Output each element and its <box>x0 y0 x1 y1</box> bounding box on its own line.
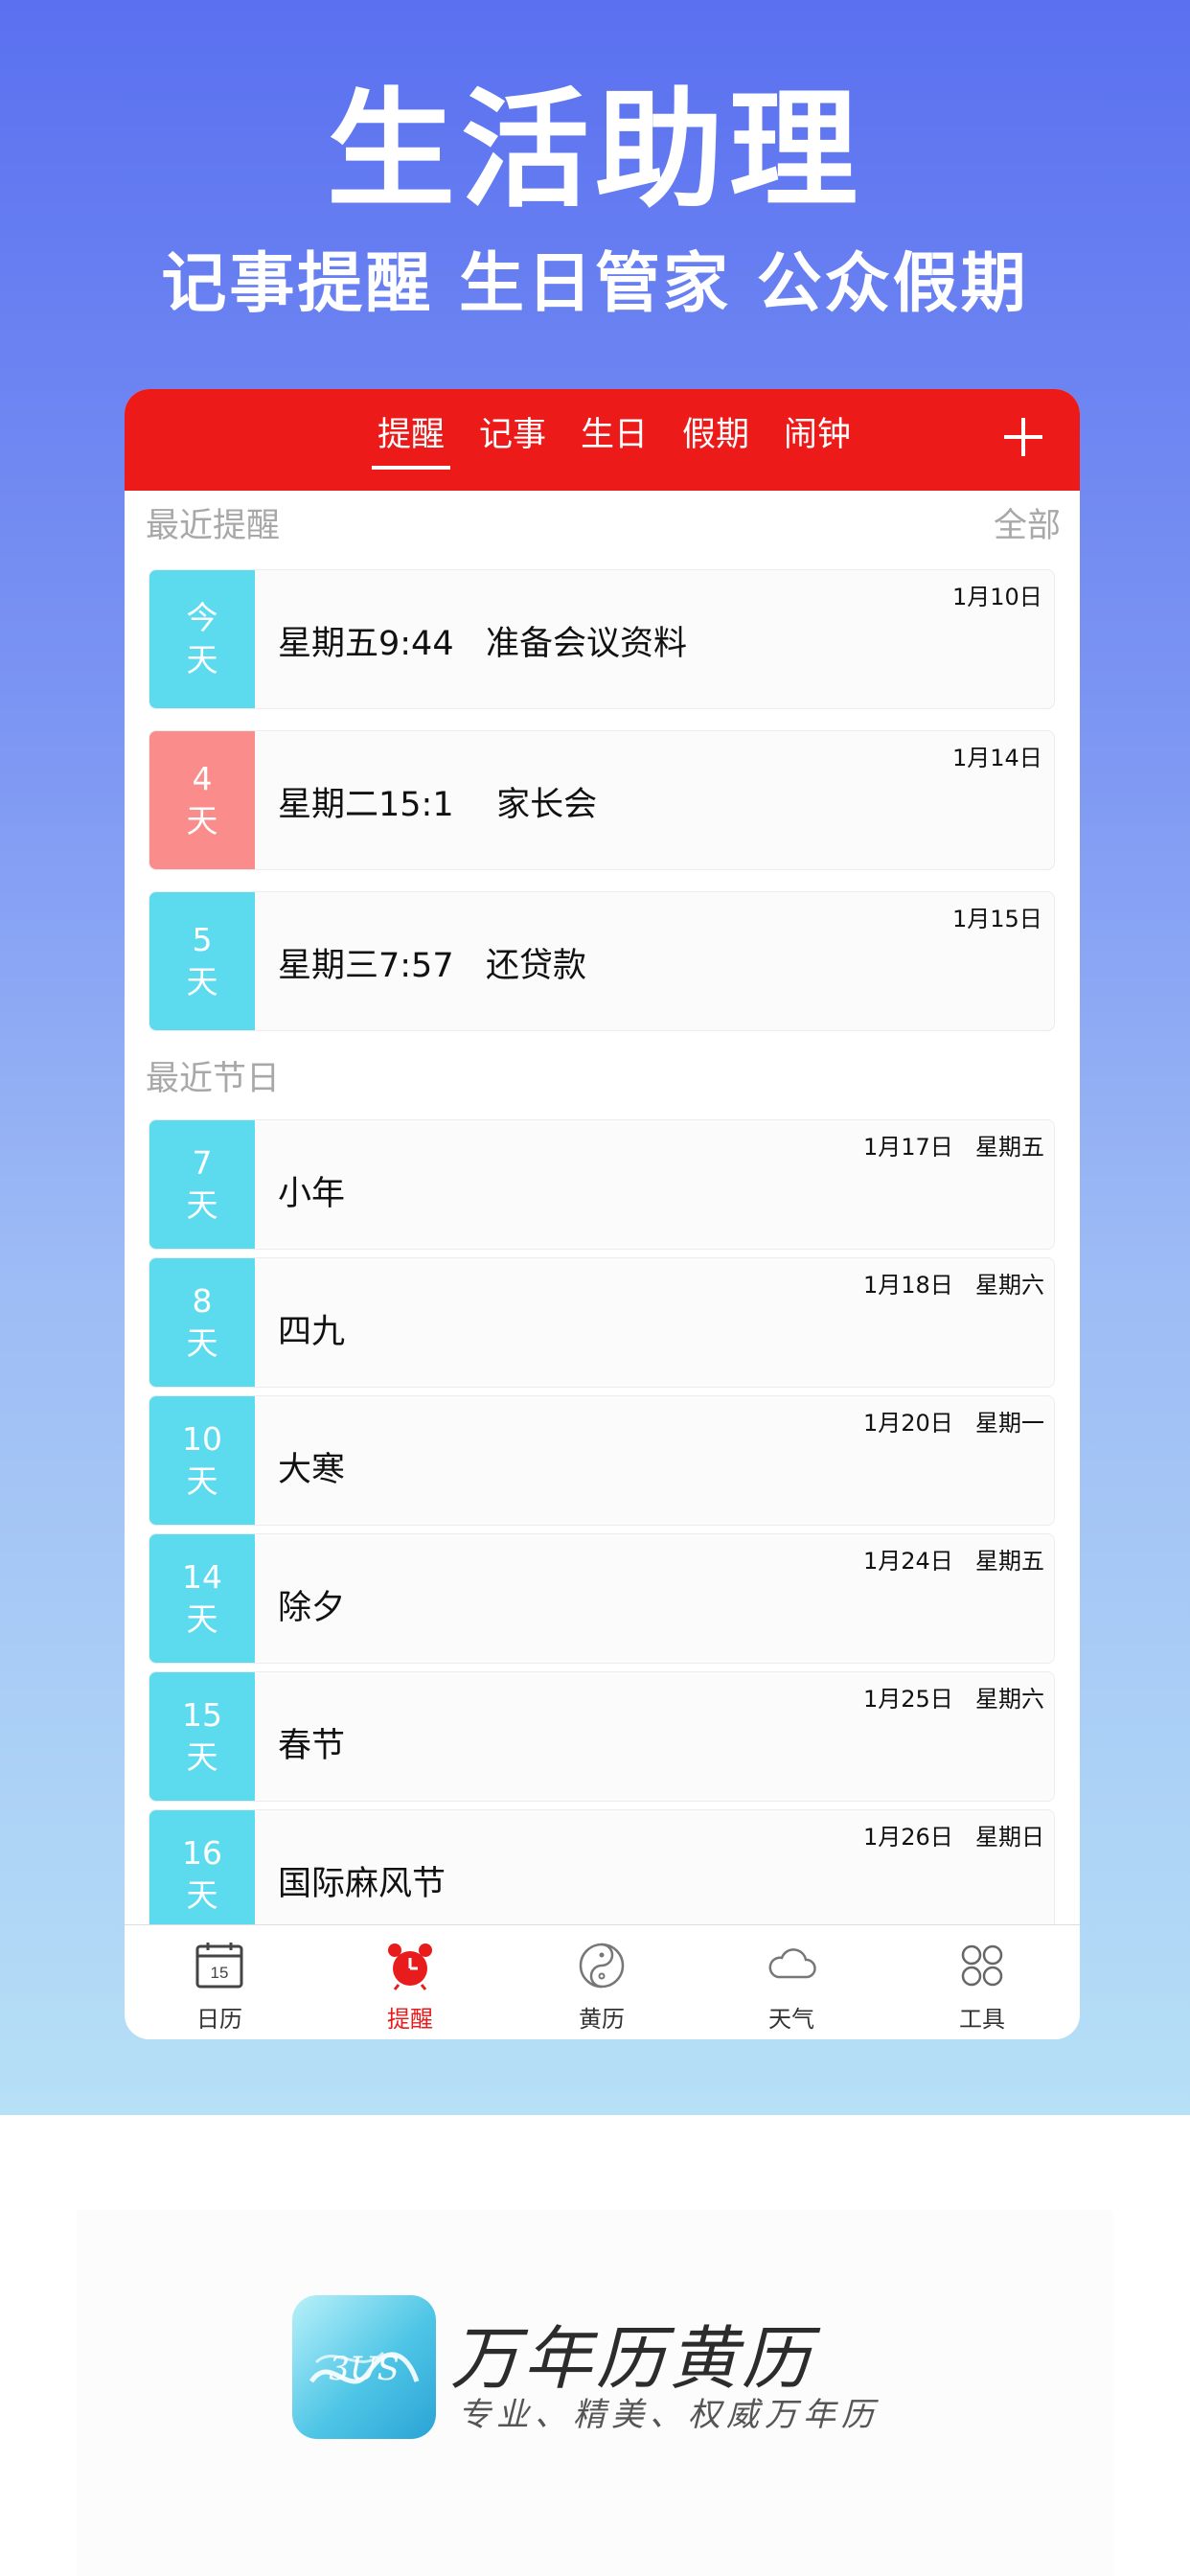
days-count: 5 <box>192 921 213 958</box>
days-badge: 8 天 <box>149 1258 255 1387</box>
top-nav-bar: 提醒 记事 生日 假期 闹钟 <box>125 389 1080 491</box>
holiday-weekday: 星期一 <box>975 1410 1044 1437</box>
nav-tabs: 提醒 记事 生日 假期 闹钟 <box>360 412 868 470</box>
holiday-date: 1月24日 <box>863 1548 953 1575</box>
days-count: 4 <box>192 760 213 797</box>
days-unit: 天 <box>186 802 218 840</box>
reminder-date: 1月10日 <box>952 584 1042 610</box>
days-unit: 天 <box>186 1738 218 1776</box>
tab-holiday[interactable]: 假期 <box>665 412 767 470</box>
reminder-date: 1月14日 <box>952 745 1042 771</box>
tab-birthday[interactable]: 生日 <box>563 412 665 470</box>
holiday-name: 国际麻风节 <box>278 1865 446 1903</box>
tab-alarm[interactable]: 闹钟 <box>767 412 868 470</box>
tab-calendar[interactable]: 15 日历 <box>162 1939 277 2034</box>
days-unit: 天 <box>186 1324 218 1362</box>
bottom-tab-bar: 15 日历 提醒 黄历 天气 工具 <box>125 1924 1080 2039</box>
reminder-text: 星期五9:44 准备会议资料 <box>278 625 687 663</box>
holiday-card[interactable]: 10 天 大寒 1月20日 星期一 <box>149 1395 1055 1526</box>
reminders-header: 最近提醒 全部 <box>146 502 1061 550</box>
tab-almanac[interactable]: 黄历 <box>544 1939 659 2034</box>
days-badge: 10 天 <box>149 1396 255 1525</box>
days-count: 7 <box>192 1144 213 1182</box>
days-count: 10 <box>182 1420 222 1458</box>
holiday-card[interactable]: 8 天 四九 1月18日 星期六 <box>149 1257 1055 1388</box>
holiday-weekday: 星期六 <box>975 1686 1044 1713</box>
days-badge: 5 天 <box>149 892 255 1030</box>
tab-label: 日历 <box>196 2006 242 2033</box>
holidays-title: 最近节日 <box>146 1060 281 1098</box>
view-all-link[interactable]: 全部 <box>994 502 1061 550</box>
days-unit: 天 <box>186 1600 218 1638</box>
days-unit: 天 <box>186 1876 218 1914</box>
days-count: 今 <box>186 599 218 636</box>
app-screen: 提醒 记事 生日 假期 闹钟 最近提醒 全部 今 天 星期五9:44 准备会议资… <box>125 389 1080 2039</box>
hero-title: 生活助理 <box>326 76 863 225</box>
tab-label: 天气 <box>768 2006 814 2033</box>
cloud-icon <box>768 1948 816 1979</box>
days-count: 14 <box>182 1558 222 1596</box>
holiday-weekday: 星期五 <box>975 1134 1044 1161</box>
hero-subtitle: 记事提醒 生日管家 公众假期 <box>161 246 1029 322</box>
holiday-date: 1月25日 <box>863 1686 953 1713</box>
holiday-weekday: 星期六 <box>975 1272 1044 1299</box>
holiday-name: 四九 <box>278 1313 346 1351</box>
holiday-name: 春节 <box>278 1727 346 1765</box>
plus-icon[interactable] <box>995 408 1052 466</box>
days-badge: 4 天 <box>149 731 255 869</box>
grid-circles-icon <box>961 1944 1003 1987</box>
holiday-date: 1月20日 <box>863 1410 953 1437</box>
app-logo: 3US <box>292 2295 436 2439</box>
days-badge: 7 天 <box>149 1120 255 1249</box>
holiday-date: 1月26日 <box>863 1824 953 1851</box>
days-badge: 15 天 <box>149 1672 255 1801</box>
tab-tools[interactable]: 工具 <box>925 1939 1040 2034</box>
yin-yang-icon <box>579 1943 625 1989</box>
days-unit: 天 <box>186 1186 218 1224</box>
reminder-text: 星期三7:57 还贷款 <box>278 947 586 985</box>
tab-reminder[interactable]: 提醒 <box>360 412 462 470</box>
calendar-icon: 15 <box>195 1943 243 1989</box>
holiday-card[interactable]: 16 天 国际麻风节 1月26日 星期日 <box>149 1809 1055 1940</box>
holiday-card[interactable]: 7 天 小年 1月17日 星期五 <box>149 1119 1055 1250</box>
days-badge: 16 天 <box>149 1810 255 1939</box>
reminder-card[interactable]: 今 天 星期五9:44 准备会议资料 1月10日 <box>149 569 1055 709</box>
days-unit: 天 <box>186 641 218 678</box>
dragon-logo-icon: 3US <box>309 2350 420 2388</box>
reminder-date: 1月15日 <box>952 906 1042 932</box>
tab-notes[interactable]: 记事 <box>462 412 563 470</box>
days-count: 15 <box>182 1696 222 1734</box>
holidays-header: 最近节日 <box>146 1055 1061 1103</box>
days-badge: 今 天 <box>149 570 255 708</box>
logo-lettering: 3US <box>329 2350 400 2388</box>
holiday-name: 小年 <box>278 1175 346 1213</box>
alarm-clock-icon <box>388 1944 432 1990</box>
days-unit: 天 <box>186 1462 218 1500</box>
tab-reminder-bottom[interactable]: 提醒 <box>353 1939 468 2034</box>
holiday-date: 1月17日 <box>863 1134 953 1161</box>
days-unit: 天 <box>186 963 218 1000</box>
tab-label: 工具 <box>959 2006 1005 2033</box>
brand-slogan: 专业、精美、权威万年历 <box>458 2396 880 2434</box>
days-badge: 14 天 <box>149 1534 255 1663</box>
holiday-name: 除夕 <box>278 1589 346 1627</box>
reminders-title: 最近提醒 <box>146 507 281 545</box>
reminder-card[interactable]: 4 天 星期二15:1 家长会 1月14日 <box>149 730 1055 870</box>
tab-label: 黄历 <box>579 2006 625 2033</box>
calendar-icon-date: 15 <box>211 1964 229 1982</box>
holiday-weekday: 星期五 <box>975 1548 1044 1575</box>
days-count: 8 <box>192 1282 213 1320</box>
holiday-card[interactable]: 14 天 除夕 1月24日 星期五 <box>149 1533 1055 1664</box>
holiday-weekday: 星期日 <box>975 1824 1044 1851</box>
reminder-text: 星期二15:1 家长会 <box>278 786 598 824</box>
holiday-card[interactable]: 15 天 春节 1月25日 星期六 <box>149 1671 1055 1802</box>
reminder-card[interactable]: 5 天 星期三7:57 还贷款 1月15日 <box>149 891 1055 1031</box>
holiday-name: 大寒 <box>278 1451 346 1489</box>
tab-label: 提醒 <box>387 2006 433 2033</box>
holiday-date: 1月18日 <box>863 1272 953 1299</box>
tab-weather[interactable]: 天气 <box>734 1939 849 2034</box>
days-count: 16 <box>182 1834 222 1872</box>
